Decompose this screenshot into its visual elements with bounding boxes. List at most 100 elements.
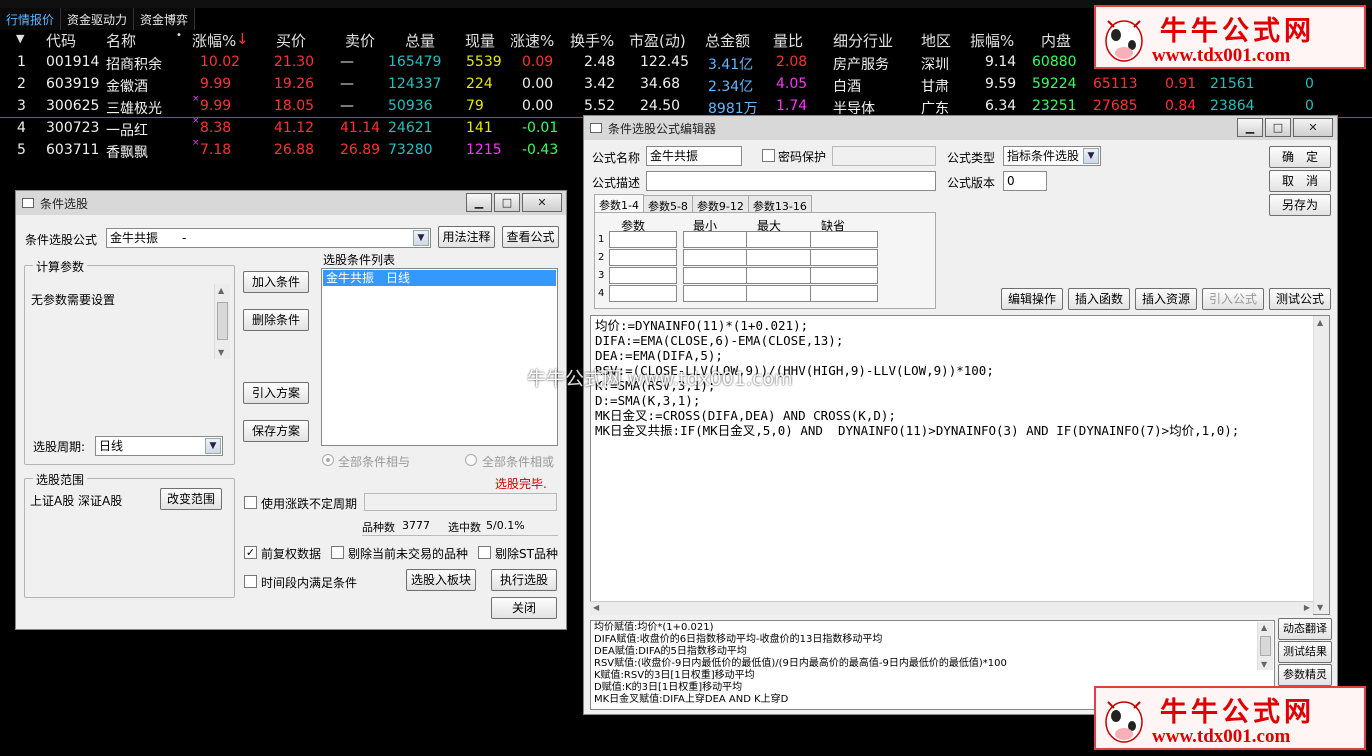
col-turnover[interactable]: 换手% — [570, 30, 614, 51]
maximize-icon[interactable]: □ — [1265, 118, 1291, 137]
save-as-button[interactable]: 另存为 — [1269, 194, 1331, 216]
restore-checkbox[interactable]: ✓ — [244, 546, 257, 559]
password-input[interactable] — [832, 146, 936, 166]
param-cell[interactable] — [683, 249, 751, 266]
code-hscrollbar[interactable]: ◀ ▶ — [590, 601, 1313, 615]
minimize-icon[interactable]: ▁ — [1237, 118, 1263, 137]
formula-select[interactable]: 金牛共振 - ▼ — [106, 228, 431, 248]
test-formula-button[interactable]: 测试公式 — [1269, 288, 1331, 310]
test-result-button[interactable]: 测试结果 — [1278, 641, 1332, 663]
list-item[interactable]: 金牛共振 日线 — [323, 270, 556, 286]
no-trade-checkbox[interactable] — [331, 546, 344, 559]
to-block-button[interactable]: 选股入板块 — [406, 569, 476, 591]
param-cell[interactable] — [609, 249, 677, 266]
tab-quotes[interactable]: 行情报价 — [0, 8, 62, 30]
col-change[interactable]: 涨幅% — [192, 30, 236, 51]
change-range-button[interactable]: 改变范围 — [160, 488, 222, 510]
scroll-down-icon[interactable]: ▼ — [1317, 603, 1323, 612]
notes-scrollbar[interactable]: ▲ ▼ — [1257, 622, 1273, 670]
col-region[interactable]: 地区 — [921, 30, 951, 51]
code-editor[interactable]: 均价:=DYNAINFO(11)*(1+0.021); DIFA:=EMA(CLO… — [590, 315, 1330, 615]
period-select[interactable]: 日线 ▼ — [95, 436, 223, 456]
cancel-button[interactable]: 取 消 — [1269, 170, 1331, 192]
ad-banner-top[interactable]: 牛牛公式网 www.tdx001.com — [1094, 5, 1366, 69]
scroll-thumb[interactable] — [1260, 636, 1271, 656]
editor-titlebar[interactable]: 条件选股公式编辑器 ▁ □ ✕ — [584, 116, 1337, 140]
scroll-up-icon[interactable]: ▲ — [1261, 623, 1267, 632]
chevron-down-icon[interactable]: ▼ — [413, 230, 429, 246]
param-cell[interactable] — [683, 285, 751, 302]
name-input[interactable]: 金牛共振 — [646, 146, 742, 166]
usage-button[interactable]: 用法注释 — [438, 226, 495, 248]
close-icon[interactable]: ✕ — [1293, 118, 1333, 137]
version-input[interactable]: 0 — [1003, 171, 1047, 191]
var-period-checkbox[interactable] — [244, 496, 257, 509]
col-inner[interactable]: 内盘 — [1041, 30, 1071, 51]
col-bid[interactable]: 买价 — [276, 30, 306, 51]
view-formula-button[interactable]: 查看公式 — [502, 226, 559, 248]
desc-input[interactable] — [646, 171, 936, 191]
col-amount[interactable]: 总金额 — [705, 30, 750, 51]
param-cell[interactable] — [609, 231, 677, 248]
st-checkbox[interactable] — [478, 546, 491, 559]
code-scrollbar[interactable]: ▲ ▼ — [1313, 316, 1329, 614]
table-row[interactable]: 2 603919 金徽酒 9.99 19.26 — 124337 224 0.00 3.42 34.… — [0, 74, 1372, 96]
col-cur-vol[interactable]: 现量 — [465, 30, 495, 51]
param-cell[interactable] — [810, 249, 878, 266]
col-name[interactable]: 名称 — [106, 30, 136, 51]
params-scrollbar[interactable]: ▲ ▼ — [214, 284, 230, 359]
col-speed[interactable]: 涨速% — [510, 30, 554, 51]
add-condition-button[interactable]: 加入条件 — [243, 271, 309, 293]
col-code[interactable]: 代码 — [46, 30, 76, 51]
delete-condition-button[interactable]: 删除条件 — [243, 309, 309, 331]
var-period-field[interactable] — [364, 493, 557, 511]
col-amplitude[interactable]: 振幅% — [970, 30, 1014, 51]
close-button[interactable]: 关闭 — [491, 597, 557, 619]
scroll-right-icon[interactable]: ▶ — [1304, 603, 1310, 612]
selector-titlebar[interactable]: 条件选股 ▁ □ ✕ — [16, 191, 566, 215]
scroll-up-icon[interactable]: ▲ — [1317, 318, 1323, 327]
time-checkbox[interactable] — [244, 575, 257, 588]
execute-button[interactable]: 执行选股 — [491, 569, 557, 591]
dynamic-translate-button[interactable]: 动态翻译 — [1278, 618, 1332, 640]
param-cell[interactable] — [683, 231, 751, 248]
password-checkbox[interactable] — [762, 149, 775, 162]
chevron-down-icon[interactable]: ▼ — [205, 438, 221, 454]
param-cell[interactable] — [746, 267, 814, 284]
radio-or[interactable] — [465, 454, 477, 466]
sort-arrow-icon[interactable]: ▼ — [16, 32, 24, 45]
col-industry[interactable]: 细分行业 — [833, 30, 893, 51]
scroll-thumb[interactable] — [217, 302, 228, 340]
import-plan-button[interactable]: 引入方案 — [243, 382, 309, 404]
col-vol-ratio[interactable]: 量比 — [773, 30, 803, 51]
maximize-icon[interactable]: □ — [494, 193, 520, 212]
tab-fund-game[interactable]: 资金博弈 — [134, 8, 196, 30]
scroll-left-icon[interactable]: ◀ — [593, 603, 599, 612]
chevron-down-icon[interactable]: ▼ — [1083, 148, 1099, 164]
import-formula-button[interactable]: 引入公式 — [1202, 288, 1264, 310]
param-cell[interactable] — [609, 285, 677, 302]
param-cell[interactable] — [746, 285, 814, 302]
insert-resource-button[interactable]: 插入资源 — [1135, 288, 1197, 310]
insert-function-button[interactable]: 插入函数 — [1068, 288, 1130, 310]
param-cell[interactable] — [609, 267, 677, 284]
scroll-up-icon[interactable]: ▲ — [218, 286, 224, 295]
col-volume[interactable]: 总量 — [405, 30, 435, 51]
col-ask[interactable]: 卖价 — [345, 30, 375, 51]
save-plan-button[interactable]: 保存方案 — [243, 420, 309, 442]
param-wizard-button[interactable]: 参数精灵 — [1278, 664, 1332, 686]
minimize-icon[interactable]: ▁ — [466, 193, 492, 212]
ad-banner-bottom[interactable]: 牛牛公式网 www.tdx001.com — [1094, 686, 1366, 750]
close-icon[interactable]: ✕ — [522, 193, 562, 212]
radio-and[interactable] — [322, 454, 334, 466]
param-cell[interactable] — [810, 267, 878, 284]
condition-list[interactable]: 金牛共振 日线 — [321, 268, 558, 446]
type-select[interactable]: 指标条件选股 ▼ — [1003, 146, 1101, 166]
param-cell[interactable] — [810, 231, 878, 248]
param-cell[interactable] — [810, 285, 878, 302]
param-cell[interactable] — [683, 267, 751, 284]
scroll-down-icon[interactable]: ▼ — [218, 348, 224, 357]
edit-ops-button[interactable]: 编辑操作 — [1001, 288, 1063, 310]
col-pe[interactable]: 市盈(动) — [629, 30, 686, 51]
tab-fund-drive[interactable]: 资金驱动力 — [61, 8, 135, 30]
